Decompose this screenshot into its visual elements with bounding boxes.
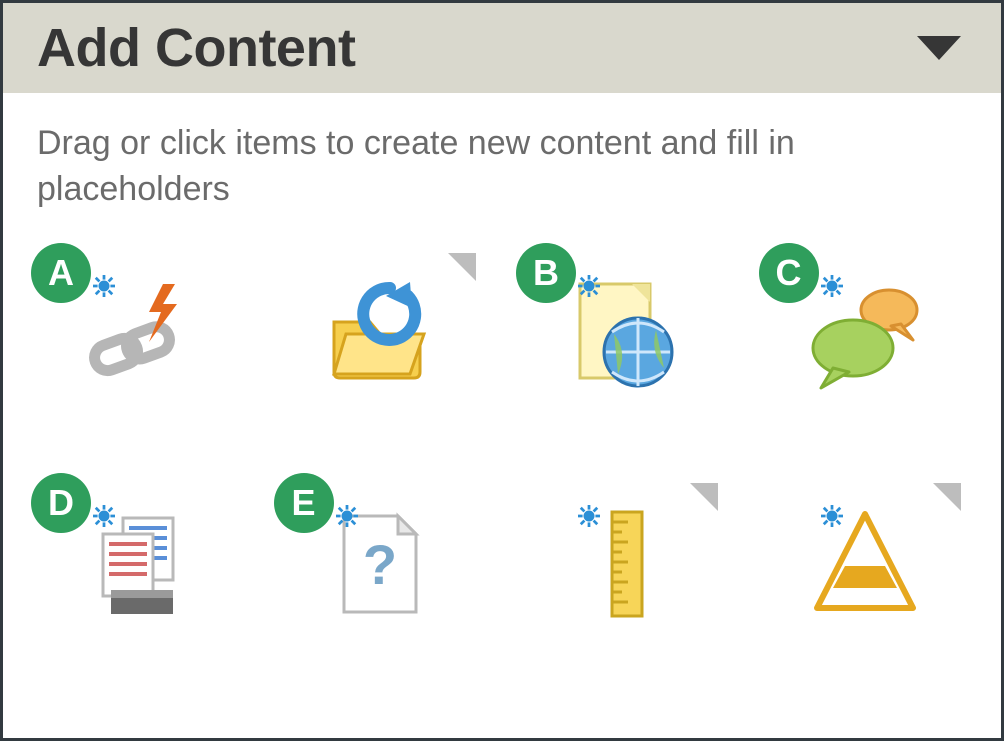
tile-open-folder[interactable] xyxy=(280,249,480,419)
badge-d: D xyxy=(31,473,91,533)
badge-b: B xyxy=(516,243,576,303)
content-tile-grid: A xyxy=(37,249,967,649)
open-folder-icon xyxy=(310,264,450,404)
tile-discussion[interactable]: C xyxy=(765,249,965,419)
corner-flag-icon xyxy=(933,483,961,511)
tile-web-page[interactable]: B xyxy=(522,249,722,419)
svg-text:?: ? xyxy=(362,533,396,596)
corner-flag-icon xyxy=(448,253,476,281)
tile-pyramid-tool[interactable] xyxy=(765,479,965,649)
tile-link-tool[interactable]: A xyxy=(37,249,237,419)
gear-icon xyxy=(578,505,600,527)
gear-icon xyxy=(93,275,115,297)
badge-a: A xyxy=(31,243,91,303)
gear-icon xyxy=(578,275,600,297)
pyramid-icon xyxy=(795,494,935,634)
gear-icon xyxy=(821,275,843,297)
tile-ruler-tool[interactable] xyxy=(522,479,722,649)
badge-c: C xyxy=(759,243,819,303)
corner-flag-icon xyxy=(690,483,718,511)
panel-body: Drag or click items to create new conten… xyxy=(3,93,1001,738)
panel-title: Add Content xyxy=(37,17,355,79)
instructions-text: Drag or click items to create new conten… xyxy=(37,121,967,213)
panel-header: Add Content xyxy=(3,3,1001,93)
gear-icon xyxy=(93,505,115,527)
add-content-panel: Add Content Drag or click items to creat… xyxy=(0,0,1004,741)
gear-icon xyxy=(336,505,358,527)
gear-icon xyxy=(821,505,843,527)
badge-e: E xyxy=(274,473,334,533)
collapse-caret-icon[interactable] xyxy=(917,36,961,60)
tile-blank-question[interactable]: E ? xyxy=(280,479,480,649)
ruler-icon xyxy=(552,494,692,634)
tile-assessment-paper[interactable]: D xyxy=(37,479,237,649)
